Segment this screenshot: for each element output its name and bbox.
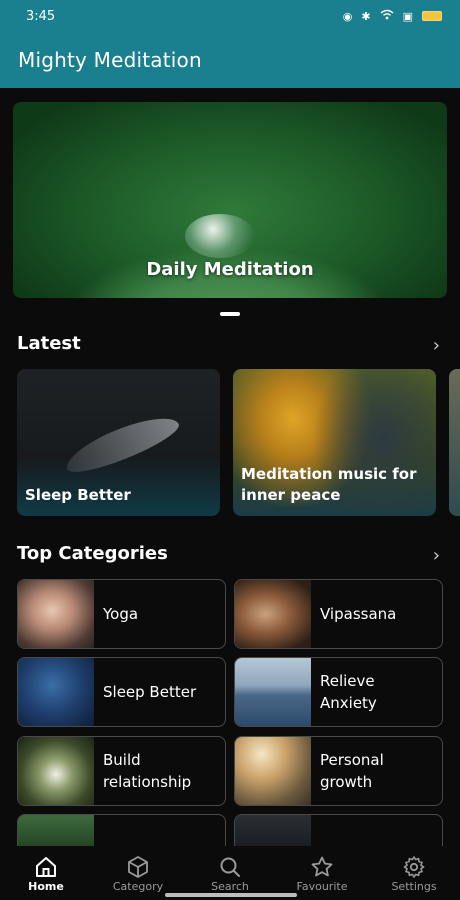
latest-card-sleep-better[interactable]: Sleep Better [17, 369, 220, 516]
home-icon [34, 854, 58, 880]
nav-label: Settings [391, 880, 437, 893]
sim-icon: ▣ [402, 9, 413, 23]
category-sleep-better[interactable]: Sleep Better [17, 657, 226, 727]
category-thumbnail [18, 580, 94, 648]
nav-label: Favourite [296, 880, 348, 893]
nav-favourite[interactable]: Favourite [276, 854, 368, 893]
category-relieve-anxiety[interactable]: Relieve Anxiety [234, 657, 443, 727]
nav-category[interactable]: Category [92, 854, 184, 893]
status-icons: ◉ ✱ ▣ [343, 9, 442, 23]
category-label: Personal growth [320, 751, 384, 791]
bottom-navigation: Home Category Search Favourite Settings [0, 846, 460, 900]
category-label: Build relationship [103, 751, 192, 791]
feather-image [60, 407, 184, 481]
category-label: Relieve Anxiety [320, 672, 377, 712]
latest-see-all-chevron-icon[interactable]: › [433, 335, 440, 356]
nav-label: Home [28, 880, 64, 893]
nav-home[interactable]: Home [0, 854, 92, 893]
star-icon [310, 854, 334, 880]
latest-card-label: Sleep Better [25, 486, 131, 504]
nav-settings[interactable]: Settings [368, 854, 460, 893]
home-indicator [165, 893, 297, 897]
category-thumbnail [18, 658, 94, 726]
latest-card-partial[interactable] [449, 369, 460, 516]
category-label: Yoga [103, 605, 139, 623]
status-time: 3:45 [26, 8, 56, 24]
gear-icon [402, 854, 426, 880]
wifi-icon [380, 9, 394, 23]
app-bar: Mighty Meditation [0, 32, 460, 88]
banner-title: Daily Meditation [146, 259, 314, 280]
category-vipassana[interactable]: Vipassana [234, 579, 443, 649]
top-categories-title: Top Categories [17, 543, 168, 564]
category-label: Sleep Better [103, 683, 197, 701]
category-thumbnail [235, 737, 311, 805]
nav-label: Search [211, 880, 249, 893]
carousel-indicator [220, 312, 240, 316]
nav-search[interactable]: Search [184, 854, 276, 893]
bluetooth-icon: ✱ [361, 9, 371, 23]
battery-icon [422, 11, 442, 21]
category-thumbnail [235, 580, 311, 648]
nav-label: Category [112, 880, 164, 893]
cube-icon [126, 854, 150, 880]
search-icon [218, 854, 242, 880]
category-thumbnail [235, 658, 311, 726]
app-title: Mighty Meditation [18, 48, 202, 72]
categories-see-all-chevron-icon[interactable]: › [433, 545, 440, 566]
banner-daily-meditation[interactable]: Daily Meditation [13, 102, 447, 298]
category-personal-growth[interactable]: Personal growth [234, 736, 443, 806]
category-label: Vipassana [320, 605, 397, 623]
latest-title: Latest [17, 333, 81, 354]
category-build-relationship[interactable]: Build relationship [17, 736, 226, 806]
latest-card-label: Meditation music for inner peace [241, 465, 417, 504]
signal-icon: ◉ [342, 9, 353, 23]
category-yoga[interactable]: Yoga [17, 579, 226, 649]
latest-card-meditation-music[interactable]: Meditation music for inner peace [233, 369, 436, 516]
category-thumbnail [18, 737, 94, 805]
water-drop-image [185, 214, 255, 258]
status-bar: 3:45 ◉ ✱ ▣ [0, 0, 460, 32]
